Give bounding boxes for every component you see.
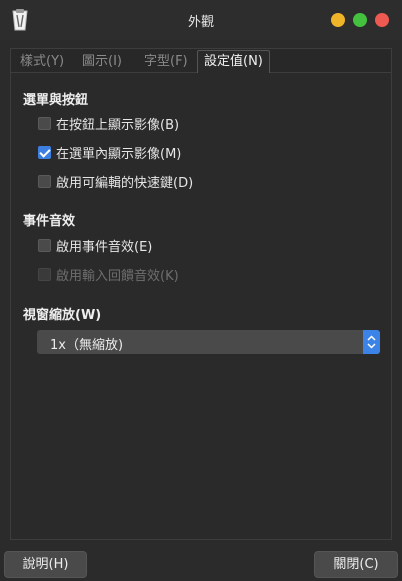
tab-fonts[interactable]: 字型(F) bbox=[144, 51, 188, 73]
enable-input-feedback-sounds-option: 啟用輸入回饋音效(K) bbox=[38, 265, 179, 284]
event-sounds-heading: 事件音效 bbox=[23, 214, 76, 229]
tab-panel: 樣式(Y) 圖示(I) 字型(F) 設定值(N) 選單與按鈕 在按鈕上顯示影像(… bbox=[10, 48, 392, 540]
tab-style[interactable]: 樣式(Y) bbox=[20, 51, 64, 73]
checkbox-event-sounds[interactable] bbox=[38, 238, 51, 252]
checkbox-editable-accelerators[interactable] bbox=[38, 174, 51, 188]
checkbox-label: 在選單內顯示影像(M) bbox=[56, 146, 182, 162]
checkbox-label: 在按鈕上顯示影像(B) bbox=[56, 117, 180, 133]
maximize-button[interactable] bbox=[353, 13, 367, 27]
combo-selected-value: 1x（無縮放) bbox=[50, 338, 124, 353]
editable-accelerators-option[interactable]: 啟用可編輯的快速鍵(D) bbox=[38, 172, 194, 191]
tab-icons[interactable]: 圖示(I) bbox=[82, 51, 122, 73]
minimize-button[interactable] bbox=[331, 13, 345, 27]
checkbox-label: 啟用輸入回饋音效(K) bbox=[56, 268, 179, 284]
help-button[interactable]: 說明(H) bbox=[4, 551, 87, 578]
checkbox-images-in-menus[interactable] bbox=[38, 145, 51, 159]
show-images-on-buttons-option[interactable]: 在按鈕上顯示影像(B) bbox=[38, 114, 180, 133]
show-images-in-menus-option[interactable]: 在選單內顯示影像(M) bbox=[38, 143, 182, 162]
updown-arrows-icon[interactable] bbox=[363, 330, 380, 354]
checkbox-images-on-buttons[interactable] bbox=[38, 116, 51, 130]
enable-event-sounds-option[interactable]: 啟用事件音效(E) bbox=[38, 236, 153, 255]
window-scaling-combo[interactable]: 1x（無縮放) bbox=[37, 330, 380, 354]
menus-buttons-heading: 選單與按鈕 bbox=[23, 93, 89, 108]
title-bar: 外觀 bbox=[0, 0, 402, 40]
checkbox-label: 啟用事件音效(E) bbox=[56, 239, 153, 255]
checkbox-label: 啟用可編輯的快速鍵(D) bbox=[56, 175, 194, 191]
tab-bar: 樣式(Y) 圖示(I) 字型(F) 設定值(N) bbox=[11, 49, 391, 73]
close-button[interactable]: 關閉(C) bbox=[314, 551, 398, 578]
window-scaling-heading: 視窗縮放(W) bbox=[23, 308, 102, 323]
tab-settings[interactable]: 設定值(N) bbox=[197, 50, 270, 73]
close-window-button[interactable] bbox=[375, 13, 389, 27]
checkbox-input-feedback-sounds bbox=[38, 267, 51, 281]
